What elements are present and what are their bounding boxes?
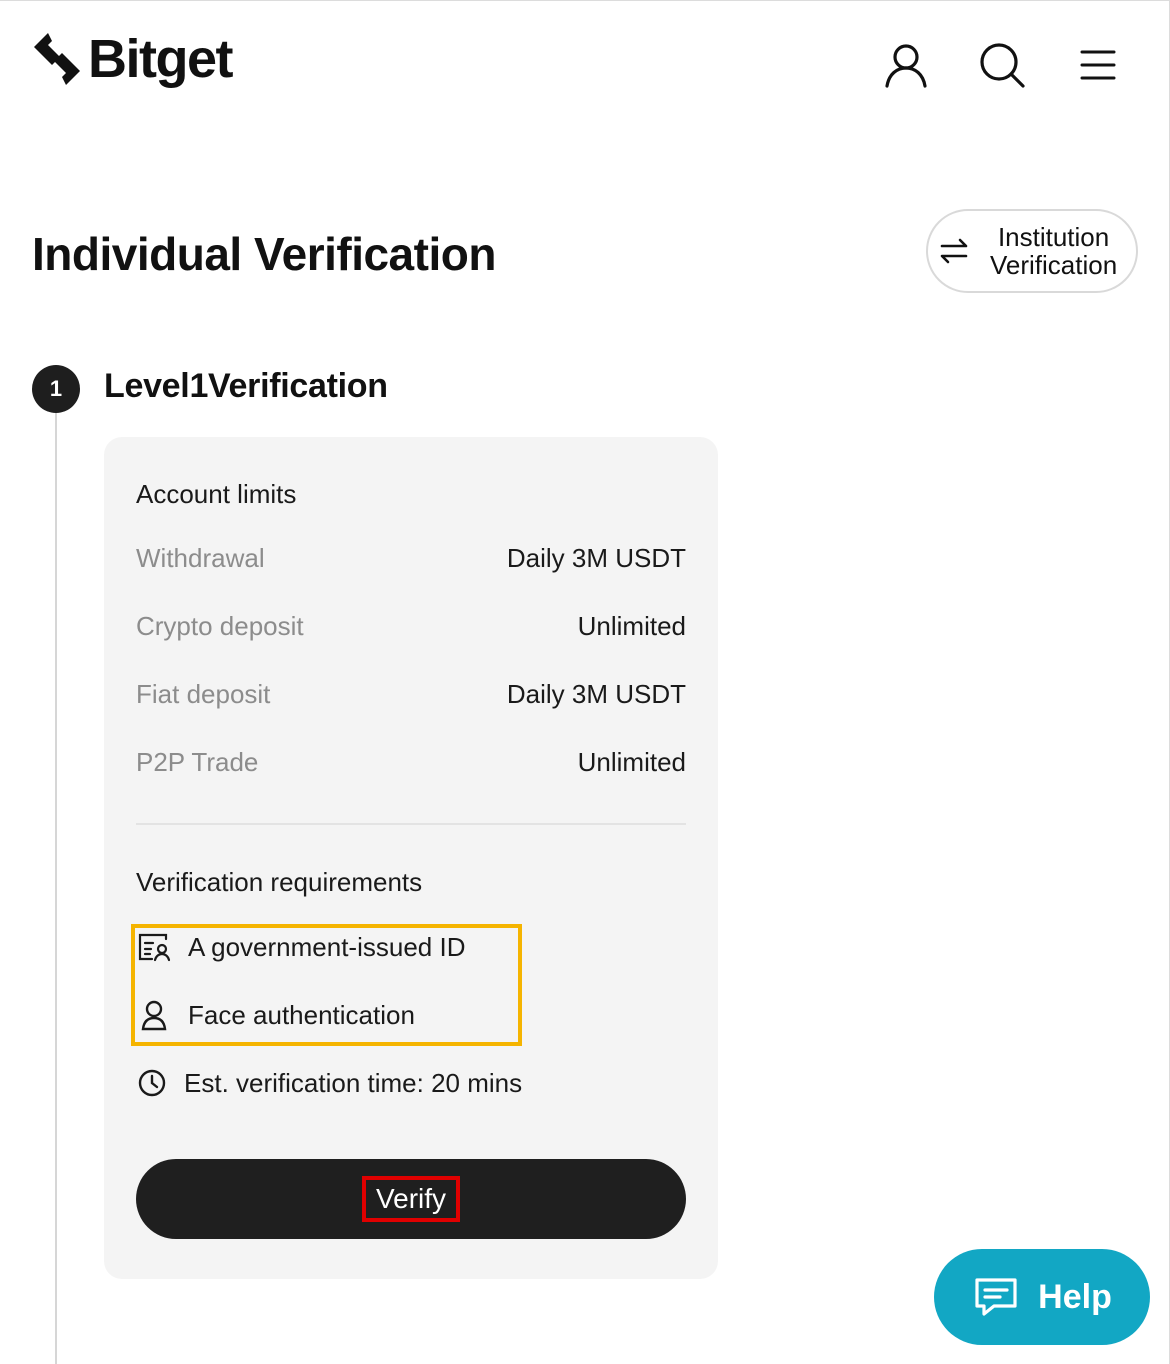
limit-value: Daily 3M USDT [506, 679, 686, 709]
verify-button-label: Verify [361, 1176, 461, 1222]
requirements-heading: Verification requirements [136, 867, 423, 897]
limit-value: Daily 3M USDT [506, 543, 686, 573]
level1-card: Account limits Withdrawal Daily 3M USDT … [104, 437, 718, 1279]
person-icon [141, 1000, 167, 1031]
limit-value: Unlimited [577, 611, 686, 641]
limit-row: Fiat deposit Daily 3M USDT [136, 679, 686, 710]
menu-icon[interactable] [1074, 41, 1122, 89]
limit-row: Crypto deposit Unlimited [136, 611, 686, 642]
institution-verification-button[interactable]: Institution Verification [926, 209, 1138, 293]
verification-time: Est. verification time: 20 mins [136, 1065, 522, 1101]
id-card-icon [138, 933, 171, 962]
page: Bitget Individual Verification Instituti… [0, 0, 1170, 1364]
swap-arrows-icon [940, 238, 968, 264]
page-title: Individual Verification [32, 228, 496, 280]
requirement-item: A government-issued ID [136, 929, 465, 965]
limit-row: Withdrawal Daily 3M USDT [136, 543, 686, 574]
divider [136, 823, 686, 825]
user-icon[interactable] [882, 41, 930, 89]
timeline-line [55, 413, 57, 1364]
help-button[interactable]: Help [934, 1249, 1150, 1345]
limit-label: Withdrawal [136, 543, 265, 573]
verification-time-text: Est. verification time: 20 mins [184, 1067, 523, 1098]
limit-label: Crypto deposit [136, 611, 304, 641]
level-title: Level1Verification [104, 367, 388, 405]
requirement-text: Face authentication [188, 999, 415, 1030]
step-number-badge: 1 [32, 365, 80, 413]
institution-label-line1: Institution [997, 222, 1110, 252]
logo-text: Bitget [88, 29, 233, 89]
bitget-logo-icon [34, 33, 80, 85]
limit-value: Unlimited [577, 747, 686, 777]
requirement-text: A government-issued ID [188, 931, 466, 962]
search-icon[interactable] [978, 41, 1026, 89]
clock-icon [138, 1069, 166, 1097]
account-limits-heading: Account limits [136, 479, 297, 509]
bitget-logo[interactable]: Bitget [32, 29, 233, 89]
limit-label: Fiat deposit [136, 679, 271, 709]
institution-label-line2: Verification [990, 250, 1118, 280]
limit-row: P2P Trade Unlimited [136, 747, 686, 778]
help-label: Help [1038, 1277, 1112, 1316]
verify-button[interactable]: Verify [136, 1159, 686, 1239]
limit-label: P2P Trade [136, 747, 259, 777]
chat-icon [975, 1278, 1017, 1316]
institution-verification-label: Institution Verification [990, 223, 1117, 279]
requirement-item: Face authentication [136, 997, 415, 1033]
